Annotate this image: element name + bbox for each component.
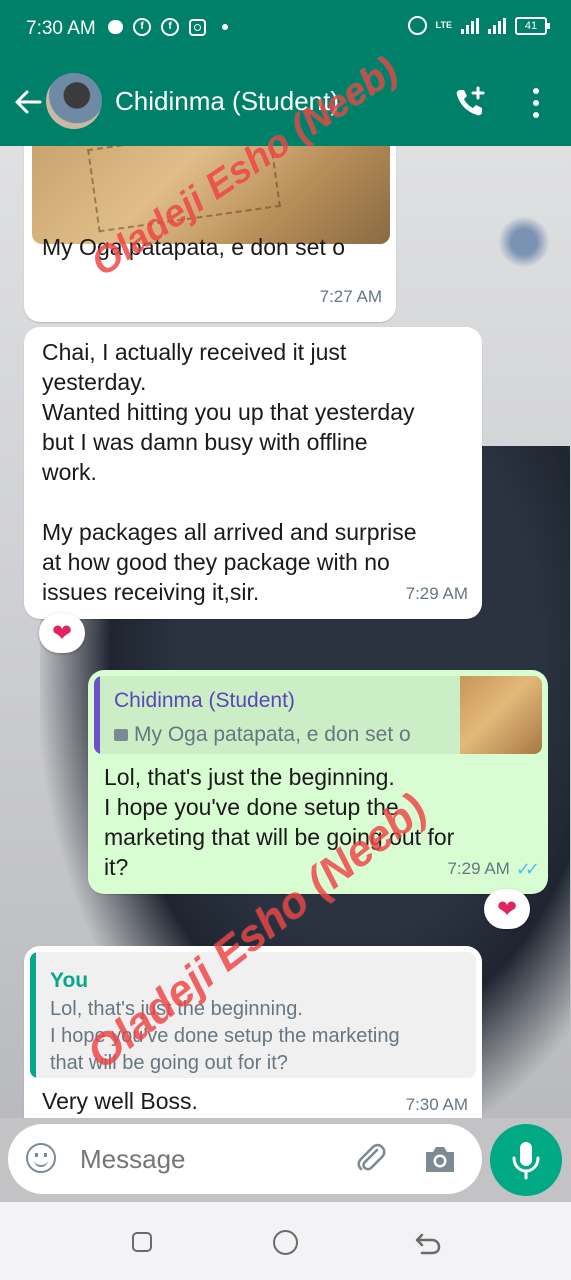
message-meta: 7:27 AM xyxy=(320,282,382,312)
message-time: 7:30 AM xyxy=(405,1095,468,1114)
quoted-author: You xyxy=(50,969,89,992)
notification-icons: f f xyxy=(108,18,228,36)
quoted-text-row: My Oga patapata, e don set o xyxy=(114,720,411,750)
back-arrow-icon[interactable] xyxy=(12,86,44,118)
message-input[interactable] xyxy=(78,1143,342,1176)
system-navigation-bar xyxy=(0,1202,571,1280)
status-bar: 7:30 AM f f LTE 41 xyxy=(0,0,571,58)
battery-icon: 41 xyxy=(515,16,550,35)
signal-icon xyxy=(461,17,479,34)
chat-notification-icon xyxy=(108,20,123,34)
more-notifications-dot-icon xyxy=(222,24,228,30)
camera-icon[interactable] xyxy=(422,1142,458,1176)
message-time: 7:29 AM xyxy=(405,584,468,603)
message-text: Chai, I actually received it just yester… xyxy=(42,339,417,605)
message-time: 7:29 AM xyxy=(447,859,510,878)
message-meta: 7:29 AM ✓✓ xyxy=(447,854,540,884)
attach-icon[interactable] xyxy=(353,1140,389,1176)
status-time: 7:30 AM xyxy=(26,18,96,39)
wallpaper-decoration xyxy=(498,216,550,268)
message-text: Very well Boss. xyxy=(42,1088,198,1114)
signal-icon xyxy=(488,17,506,34)
voice-message-button[interactable] xyxy=(490,1124,562,1196)
facebook-icon: f xyxy=(161,18,179,36)
heart-reaction-icon[interactable]: ❤ xyxy=(484,889,530,929)
contact-avatar[interactable] xyxy=(46,73,102,129)
microphone-icon xyxy=(512,1142,540,1180)
home-icon[interactable] xyxy=(273,1230,298,1255)
heart-reaction-icon[interactable]: ❤ xyxy=(39,613,85,653)
facebook-icon: f xyxy=(133,18,151,36)
lte-icon: LTE xyxy=(435,20,452,30)
alarm-icon xyxy=(407,16,427,35)
read-receipt-icon: ✓✓ xyxy=(515,859,540,879)
instagram-icon xyxy=(189,18,206,36)
recent-apps-icon[interactable] xyxy=(132,1232,152,1252)
emoji-icon[interactable] xyxy=(26,1143,56,1173)
system-icons: LTE 41 xyxy=(407,16,550,35)
incoming-message[interactable]: Chai, I actually received it just yester… xyxy=(24,327,482,619)
photo-icon xyxy=(114,729,128,741)
quoted-image-thumbnail xyxy=(460,676,542,754)
quote-bar xyxy=(94,676,100,754)
system-back-icon[interactable] xyxy=(414,1230,442,1256)
quoted-author: Chidinma (Student) xyxy=(114,689,295,712)
message-field[interactable] xyxy=(8,1124,482,1194)
overflow-menu-icon[interactable] xyxy=(526,86,546,120)
message-meta: 7:30 AM xyxy=(406,1090,468,1118)
quoted-message[interactable]: Chidinma (Student) My Oga patapata, e do… xyxy=(94,676,542,754)
message-meta: 7:29 AM xyxy=(406,579,468,609)
chat-area[interactable]: My Oga patapata, e don set o 7:27 AM Cha… xyxy=(0,146,571,1118)
add-call-icon[interactable] xyxy=(452,84,488,120)
quote-bar xyxy=(30,952,36,1078)
composer-bar xyxy=(0,1118,571,1202)
message-time: 7:27 AM xyxy=(319,287,382,306)
quoted-text: My Oga patapata, e don set o xyxy=(134,723,411,746)
